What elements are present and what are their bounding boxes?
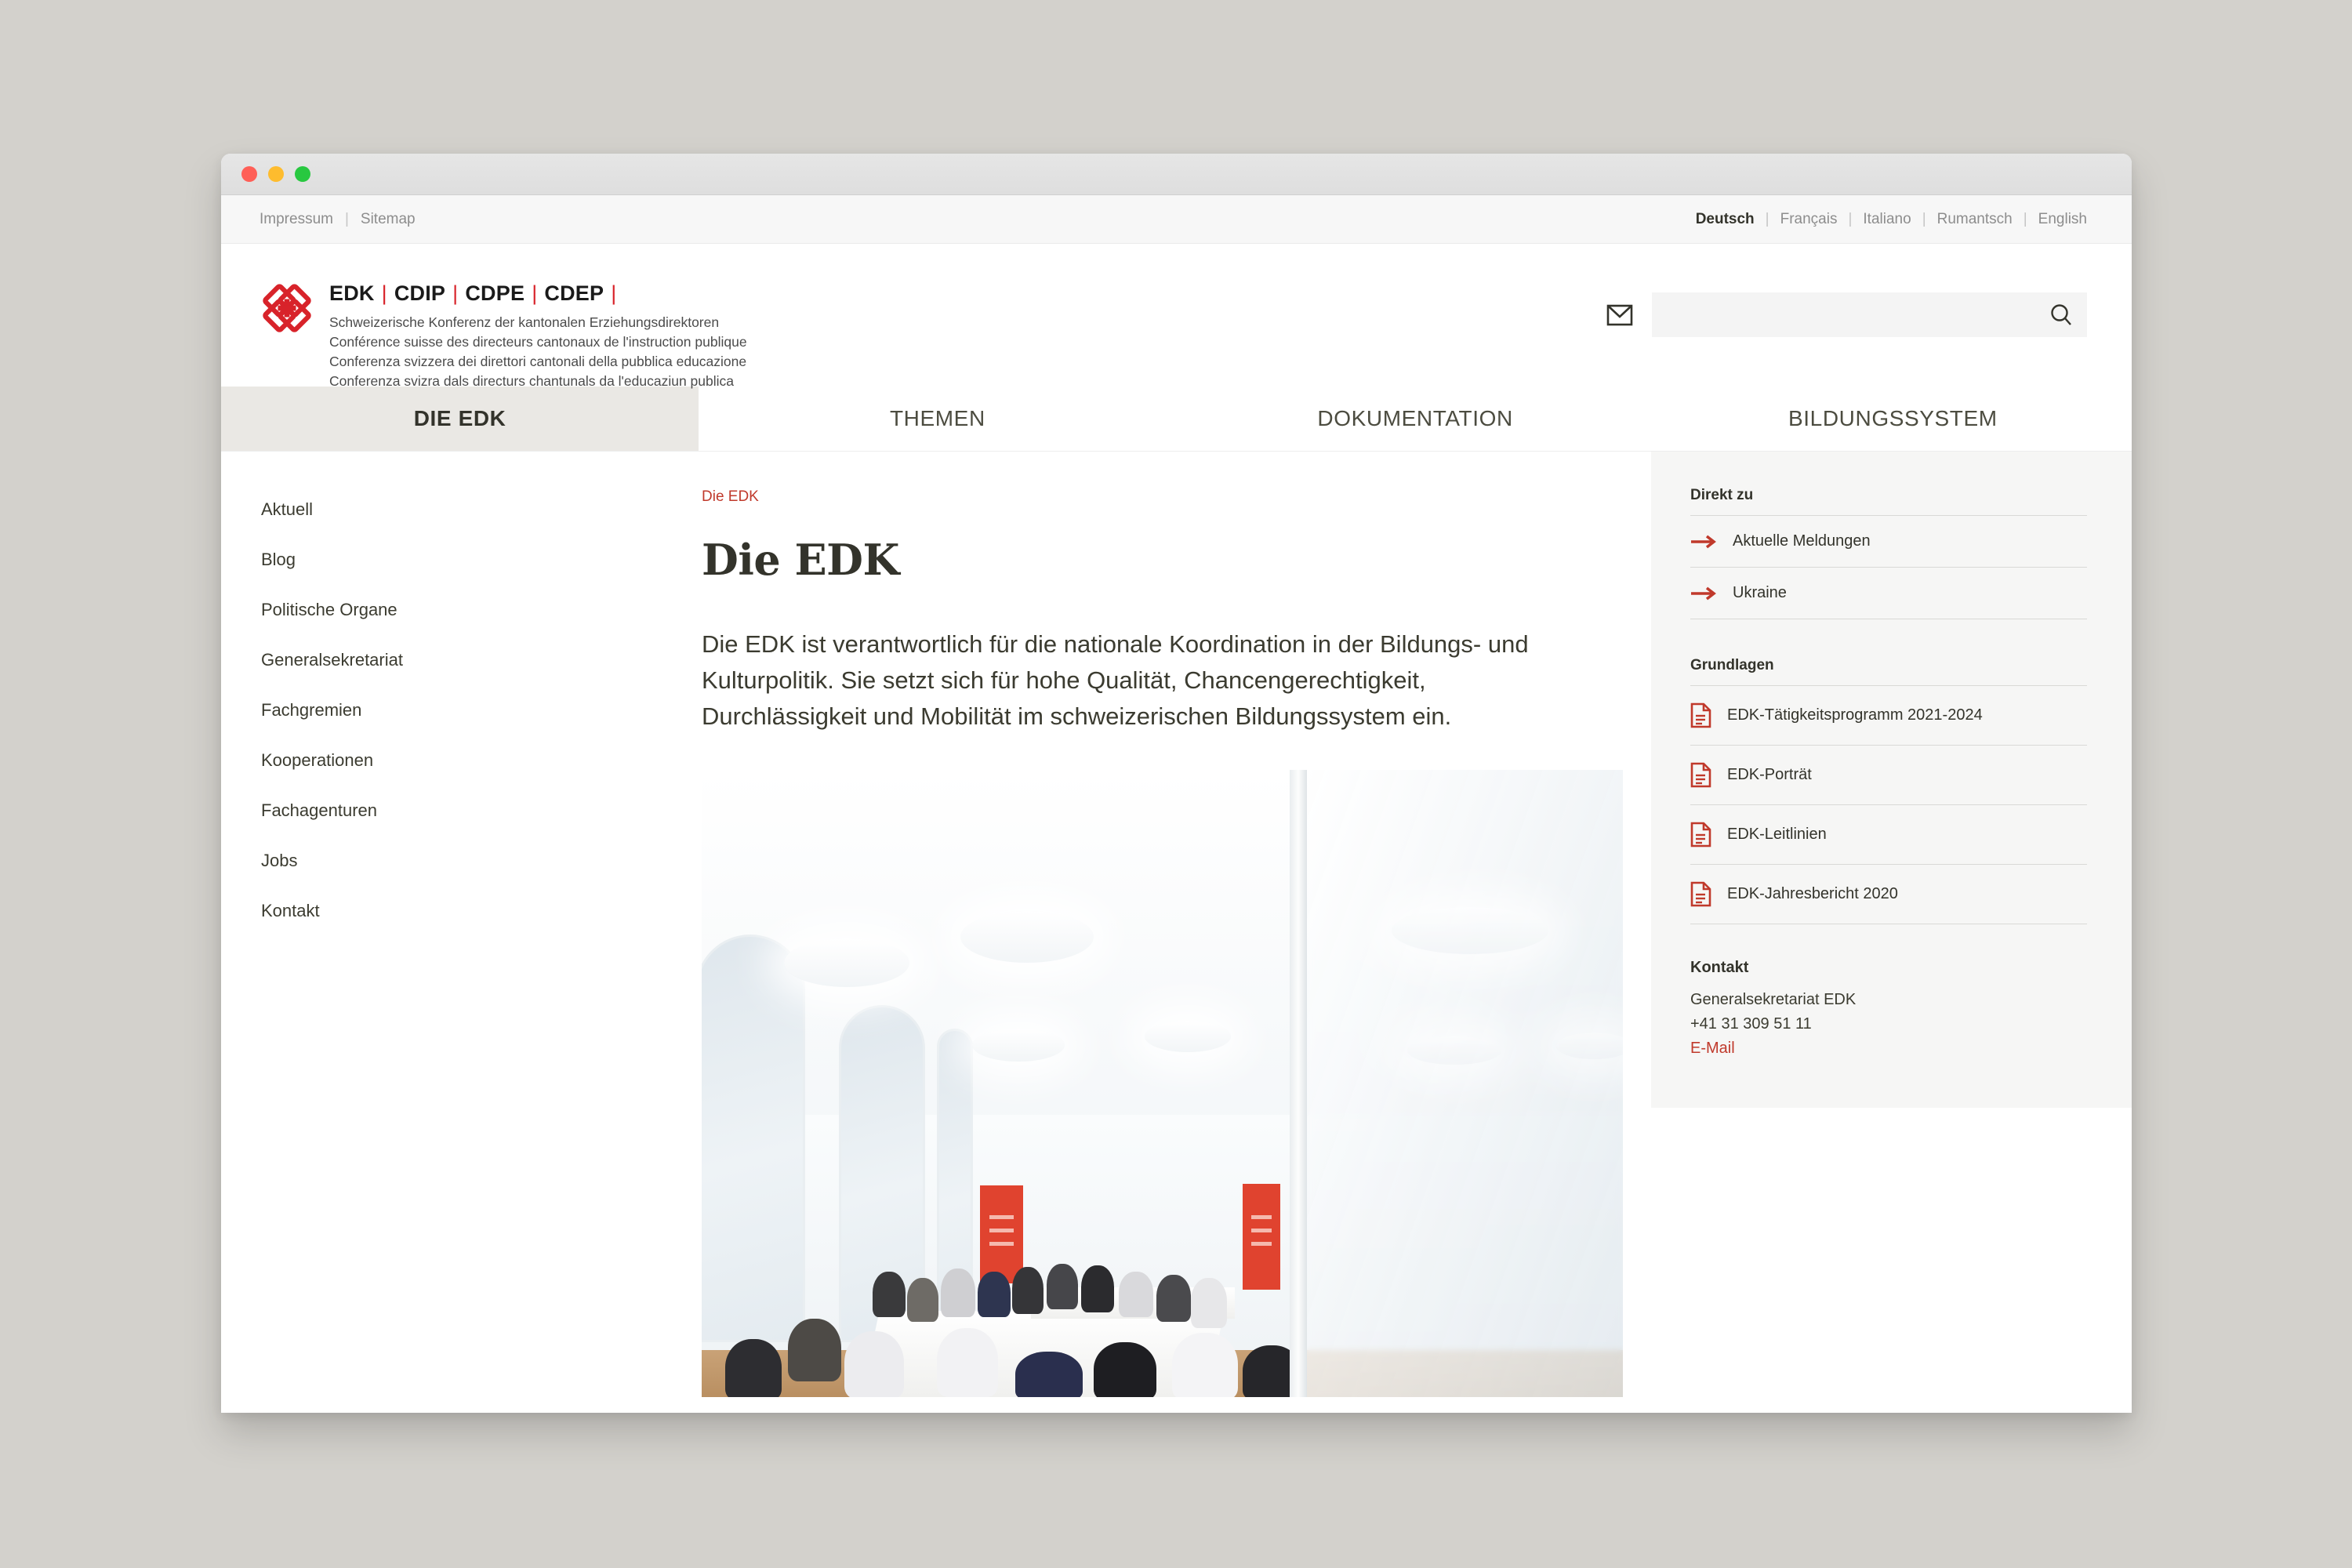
section-sidebar: Aktuell Blog Politische Organe Generalse… (221, 452, 702, 1413)
link-sitemap[interactable]: Sitemap (361, 211, 416, 228)
link-impressum[interactable]: Impressum (260, 211, 333, 228)
window-title-bar (221, 154, 2132, 195)
acronym-cdpe: CDPE (465, 281, 525, 305)
sidebar-item-generalsekretariat[interactable]: Generalsekretariat (261, 652, 702, 669)
quicklink-aktuelle-meldungen[interactable]: Aktuelle Meldungen (1690, 516, 2087, 568)
acronym-cdip: CDIP (394, 281, 446, 305)
brand-header: EDK | CDIP | CDPE | CDEP | Schweizerisch… (221, 244, 2132, 389)
acronym-divider: | (381, 281, 387, 305)
document-taetigkeitsprogramm[interactable]: EDK-Tätigkeitsprogramm 2021-2024 (1690, 686, 2087, 746)
acronym-cdep: CDEP (544, 281, 604, 305)
sidebar-item-aktuell[interactable]: Aktuell (261, 501, 702, 518)
document-icon (1690, 881, 1711, 907)
main-content: Die EDK Die EDK Die EDK ist verantwortli… (702, 452, 1651, 1413)
sidebar-item-fachagenturen[interactable]: Fachagenturen (261, 802, 702, 819)
page-title: Die EDK (702, 535, 899, 585)
search-input[interactable] (1668, 306, 2049, 324)
envelope-icon[interactable] (1606, 304, 1633, 326)
nav-tab-dokumentation[interactable]: DOKUMENTATION (1177, 387, 1654, 451)
lang-separator: | (1922, 210, 1926, 227)
acronym-edk: EDK (329, 281, 375, 305)
search-box[interactable] (1652, 292, 2087, 337)
nav-tab-die-edk[interactable]: DIE EDK (221, 387, 699, 451)
brand-subtitle-fr: Conférence suisse des directeurs cantona… (329, 334, 747, 350)
utility-bar: Impressum | Sitemap Deutsch | Français |… (221, 195, 2132, 244)
close-window-button[interactable] (241, 166, 257, 182)
language-deutsch[interactable]: Deutsch (1696, 211, 1755, 228)
document-label: EDK-Jahresbericht 2020 (1727, 885, 1898, 902)
sidebar-item-kontakt[interactable]: Kontakt (261, 902, 702, 920)
language-switcher: Deutsch | Français | Italiano | Rumantsc… (1696, 211, 2087, 228)
main-navigation: DIE EDK THEMEN DOKUMENTATION BILDUNGSSYS… (221, 387, 2132, 452)
breadcrumb[interactable]: Die EDK (702, 488, 1604, 506)
page-content: Impressum | Sitemap Deutsch | Français |… (221, 195, 2132, 1413)
nav-tab-bildungssystem[interactable]: BILDUNGSSYSTEM (1654, 387, 2132, 451)
kontakt-email-link[interactable]: E-Mail (1690, 1040, 1735, 1057)
header-tools (1606, 292, 2087, 337)
language-francais[interactable]: Français (1780, 211, 1838, 228)
nav-tab-themen[interactable]: THEMEN (699, 387, 1176, 451)
sidebar-item-blog[interactable]: Blog (261, 551, 702, 568)
kontakt-heading: Kontakt (1690, 959, 1749, 976)
brand-subtitle-rm: Conferenza svizra dals directurs chantun… (329, 373, 734, 390)
quicklink-ukraine[interactable]: Ukraine (1690, 568, 2087, 619)
lang-separator: | (1765, 210, 1769, 227)
arrow-right-icon (1691, 586, 1716, 600)
lead-paragraph: Die EDK ist verantwortlich für die natio… (702, 630, 1529, 730)
site-logo-link[interactable]: EDK | CDIP | CDPE | CDEP | Schweizerisch… (260, 275, 747, 391)
utility-sidebar: Direkt zu Aktuelle Meldungen Ukraine Gru… (1651, 452, 2132, 1108)
document-leitlinien[interactable]: EDK-Leitlinien (1690, 805, 2087, 865)
sidebar-item-kooperationen[interactable]: Kooperationen (261, 752, 702, 769)
kontakt-phone: +41 31 309 51 11 (1690, 1015, 1812, 1033)
sidebar-item-fachgremien[interactable]: Fachgremien (261, 702, 702, 719)
brand-text: EDK | CDIP | CDPE | CDEP | Schweizerisch… (329, 275, 747, 391)
utility-links: Impressum | Sitemap (260, 211, 416, 228)
browser-window: Impressum | Sitemap Deutsch | Français |… (221, 154, 2132, 1413)
document-jahresbericht[interactable]: EDK-Jahresbericht 2020 (1690, 865, 2087, 924)
utility-separator: | (344, 210, 349, 227)
quicklink-label: Aktuelle Meldungen (1733, 532, 1871, 550)
arrow-right-icon (1691, 535, 1716, 548)
lang-separator: | (1848, 210, 1853, 227)
sidebar-item-jobs[interactable]: Jobs (261, 852, 702, 869)
lang-separator: | (2023, 210, 2027, 227)
quicklink-label: Ukraine (1733, 584, 1787, 601)
document-icon (1690, 702, 1711, 728)
document-label: EDK-Leitlinien (1727, 826, 1827, 843)
edk-knot-logo-icon (263, 284, 311, 332)
document-icon (1690, 762, 1711, 788)
kontakt-block: Kontakt Generalsekretariat EDK +41 31 30… (1690, 959, 2087, 1061)
hero-photo (702, 769, 1623, 1397)
document-label: EDK-Porträt (1727, 766, 1812, 783)
document-label: EDK-Tätigkeitsprogramm 2021-2024 (1727, 706, 1983, 724)
acronym-divider: | (452, 281, 459, 305)
sidebar-item-politische-organe[interactable]: Politische Organe (261, 601, 702, 619)
brand-subtitle-de: Schweizerische Konferenz der kantonalen … (329, 314, 720, 330)
brand-acronyms: EDK | CDIP | CDPE | CDEP | (329, 281, 747, 306)
direkt-zu-heading: Direkt zu (1690, 487, 2087, 516)
document-icon (1690, 822, 1711, 848)
minimize-window-button[interactable] (268, 166, 284, 182)
search-icon[interactable] (2049, 303, 2073, 327)
maximize-window-button[interactable] (295, 166, 310, 182)
language-english[interactable]: English (2038, 211, 2087, 228)
language-rumantsch[interactable]: Rumantsch (1937, 211, 2013, 228)
grundlagen-heading: Grundlagen (1690, 657, 2087, 686)
acronym-divider: | (532, 281, 538, 305)
acronym-divider: | (611, 281, 617, 305)
language-italiano[interactable]: Italiano (1863, 211, 1911, 228)
content-area: Aktuell Blog Politische Organe Generalse… (221, 452, 2132, 1413)
kontakt-organisation: Generalsekretariat EDK (1690, 991, 1857, 1008)
document-portraet[interactable]: EDK-Porträt (1690, 746, 2087, 805)
brand-subtitle-it: Conferenza svizzera dei direttori canton… (329, 354, 747, 370)
